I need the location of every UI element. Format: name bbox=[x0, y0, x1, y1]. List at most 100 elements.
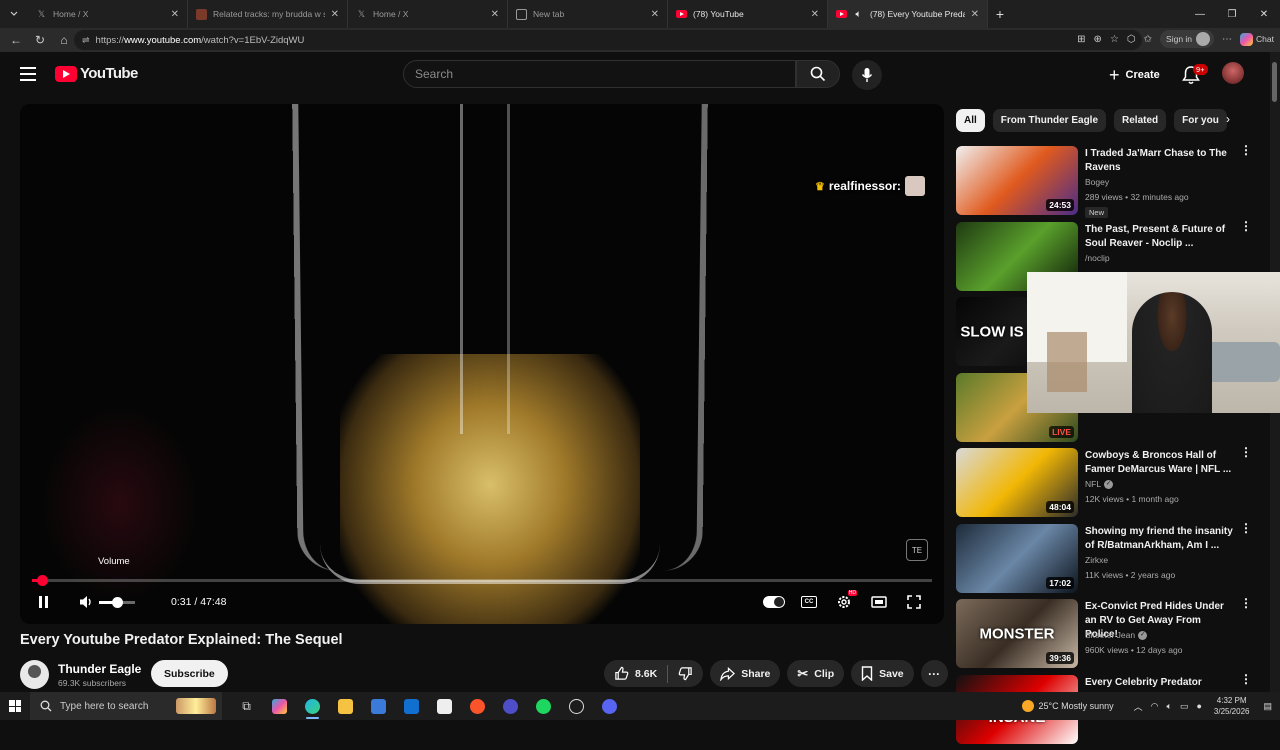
recommendation-item[interactable]: MONSTER39:36Ex-Convict Pred Hides Under … bbox=[956, 599, 1256, 675]
app-available-icon[interactable]: ⊞ bbox=[1077, 34, 1085, 45]
restore-icon[interactable]: ❐ bbox=[1216, 0, 1248, 28]
video-thumbnail[interactable]: 24:53 bbox=[956, 146, 1078, 215]
browser-tab-active[interactable]: 🔈︎ (78) Every Youtube Predator E ✕ bbox=[828, 0, 988, 28]
minimize-icon[interactable]: — bbox=[1184, 0, 1216, 28]
more-vert-icon[interactable]: ⋮ bbox=[1240, 526, 1248, 531]
browser-tab[interactable]: New tab ✕ bbox=[508, 0, 668, 28]
captions-button[interactable]: CC bbox=[797, 590, 821, 614]
dislike-button[interactable] bbox=[668, 660, 703, 687]
speaker-icon[interactable]: 🔈︎ bbox=[1167, 701, 1172, 712]
more-menu-icon[interactable]: ⋯ bbox=[1222, 34, 1232, 45]
more-vert-icon[interactable]: ⋮ bbox=[1240, 450, 1248, 455]
save-button[interactable]: Save bbox=[851, 660, 914, 687]
taskbar-search[interactable]: Type here to search bbox=[30, 692, 222, 720]
share-button[interactable]: Share bbox=[710, 660, 780, 687]
recommendation-channel[interactable]: Zirkxe bbox=[1085, 555, 1108, 565]
favorite-star-icon[interactable]: ☆ bbox=[1110, 34, 1119, 45]
pause-button[interactable] bbox=[34, 593, 52, 611]
te-overlay-button[interactable]: TE bbox=[906, 539, 928, 561]
menu-icon[interactable] bbox=[20, 67, 36, 81]
taskbar-brave[interactable] bbox=[461, 692, 494, 720]
notification-center-icon[interactable]: ▤ bbox=[1263, 701, 1272, 712]
search-input[interactable]: Search bbox=[403, 60, 796, 88]
zoom-icon[interactable]: ⊕ bbox=[1094, 34, 1102, 45]
account-avatar[interactable] bbox=[1222, 62, 1244, 84]
taskbar-copilot[interactable] bbox=[263, 692, 296, 720]
taskbar-media[interactable] bbox=[494, 692, 527, 720]
recommendation-item[interactable]: 24:53I Traded Ja'Marr Chase to The Raven… bbox=[956, 146, 1256, 222]
more-vert-icon[interactable]: ⋮ bbox=[1240, 224, 1248, 229]
speaker-icon[interactable]: 🔈︎ bbox=[853, 9, 864, 20]
chevron-right-icon[interactable]: › bbox=[1226, 112, 1230, 126]
chip-all[interactable]: All bbox=[956, 109, 985, 132]
chip-related[interactable]: Related bbox=[1114, 109, 1166, 132]
progress-scrubber[interactable] bbox=[37, 575, 48, 586]
recommendation-title[interactable]: I Traded Ja'Marr Chase to The Ravens bbox=[1085, 147, 1233, 175]
recommendation-channel[interactable]: /noclip bbox=[1085, 253, 1110, 263]
more-vert-icon[interactable]: ⋮ bbox=[1240, 677, 1248, 682]
close-window-icon[interactable]: ✕ bbox=[1248, 0, 1280, 28]
new-tab-button[interactable]: + bbox=[988, 2, 1012, 26]
taskbar-spotify[interactable] bbox=[527, 692, 560, 720]
video-thumbnail[interactable]: 17:02 bbox=[956, 524, 1078, 593]
copilot-chat-button[interactable]: Chat bbox=[1240, 33, 1274, 46]
clip-button[interactable]: ✂ Clip bbox=[787, 660, 844, 687]
extensions-icon[interactable]: ⬡ bbox=[1127, 34, 1136, 45]
taskbar-clock[interactable]: 4:32 PM 3/25/2026 bbox=[1214, 695, 1250, 717]
wifi-icon[interactable]: ◠ bbox=[1151, 701, 1159, 712]
fullscreen-button[interactable] bbox=[902, 590, 926, 614]
recommendation-channel[interactable]: Bogey bbox=[1085, 177, 1109, 187]
subscribe-button[interactable]: Subscribe bbox=[151, 660, 228, 687]
back-icon[interactable]: ← bbox=[4, 28, 28, 52]
browser-tab[interactable]: 𝕏 Home / X ✕ bbox=[28, 0, 188, 28]
start-button[interactable] bbox=[0, 692, 30, 720]
channel-avatar[interactable] bbox=[20, 660, 49, 689]
autoplay-toggle[interactable] bbox=[762, 590, 786, 614]
create-button[interactable]: + Create bbox=[1103, 61, 1166, 89]
taskbar-discord[interactable] bbox=[593, 692, 626, 720]
close-tab-icon[interactable]: ✕ bbox=[171, 9, 179, 20]
home-icon[interactable]: ⌂ bbox=[52, 28, 76, 52]
video-thumbnail[interactable]: 48:04 bbox=[956, 448, 1078, 517]
taskbar-edge[interactable] bbox=[296, 692, 329, 720]
tab-actions-menu[interactable] bbox=[0, 0, 28, 28]
settings-button[interactable]: HD bbox=[832, 590, 856, 614]
task-view-button[interactable]: ⧉ bbox=[230, 692, 263, 720]
signin-button[interactable]: Sign in bbox=[1160, 30, 1214, 48]
taskbar-outlook[interactable] bbox=[395, 692, 428, 720]
weather-widget[interactable]: 25°C Mostly sunny bbox=[1022, 700, 1114, 712]
url-field[interactable]: ⇌ https://www.youtube.com/watch?v=1EbV-Z… bbox=[74, 30, 1142, 50]
progress-bar[interactable] bbox=[32, 579, 932, 582]
recommendation-title[interactable]: Showing my friend the insanity of R/Batm… bbox=[1085, 525, 1233, 553]
browser-tab[interactable]: 𝕏 Home / X ✕ bbox=[348, 0, 508, 28]
favorites-icon[interactable]: ✩ bbox=[1144, 34, 1152, 45]
volume-button[interactable] bbox=[77, 593, 95, 611]
close-tab-icon[interactable]: ✕ bbox=[331, 9, 339, 20]
browser-tab[interactable]: (78) YouTube ✕ bbox=[668, 0, 828, 28]
volume-slider[interactable] bbox=[99, 601, 135, 604]
close-tab-icon[interactable]: ✕ bbox=[651, 9, 659, 20]
volume-knob[interactable] bbox=[112, 597, 123, 608]
taskbar-file-explorer[interactable] bbox=[329, 692, 362, 720]
channel-name[interactable]: Thunder Eagle bbox=[58, 662, 141, 676]
taskbar-store[interactable] bbox=[362, 692, 395, 720]
recommendation-title[interactable]: Cowboys & Broncos Hall of Famer DeMarcus… bbox=[1085, 449, 1233, 477]
close-tab-icon[interactable]: ✕ bbox=[491, 9, 499, 20]
scrollbar-thumb[interactable] bbox=[1272, 62, 1277, 102]
recommendation-title[interactable]: Every Celebrity Predator bbox=[1085, 676, 1233, 690]
like-button[interactable]: 8.6K bbox=[604, 660, 667, 687]
more-vert-icon[interactable]: ⋮ bbox=[1240, 148, 1248, 153]
close-tab-icon[interactable]: ✕ bbox=[971, 9, 979, 20]
recommendation-title[interactable]: The Past, Present & Future of Soul Reave… bbox=[1085, 223, 1233, 251]
taskbar-notepad[interactable] bbox=[428, 692, 461, 720]
youtube-logo[interactable]: YouTube bbox=[55, 65, 138, 82]
video-player[interactable]: ♛ realfinessor: TE Volume 0:31 / 47:48 C… bbox=[20, 104, 944, 624]
taskbar-chatgpt[interactable] bbox=[560, 692, 593, 720]
chip-from-channel[interactable]: From Thunder Eagle bbox=[993, 109, 1106, 132]
recommendation-channel[interactable]: Skeeter Jean✓ bbox=[1085, 630, 1147, 640]
voice-search-button[interactable] bbox=[852, 60, 882, 90]
refresh-icon[interactable]: ↻ bbox=[28, 28, 52, 52]
more-vert-icon[interactable]: ⋮ bbox=[1240, 601, 1248, 606]
battery-icon[interactable]: ▭ bbox=[1180, 701, 1189, 712]
theater-mode-button[interactable] bbox=[867, 590, 891, 614]
